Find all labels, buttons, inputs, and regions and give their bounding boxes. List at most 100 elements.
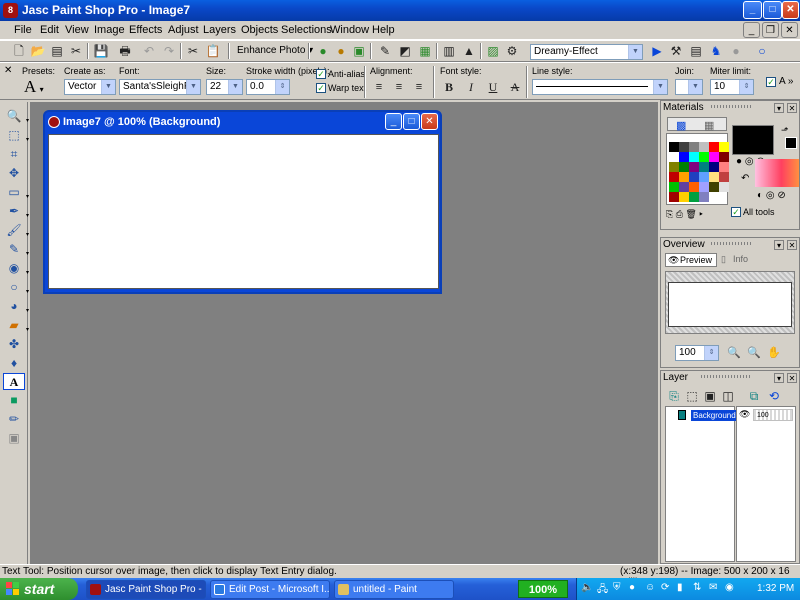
window-palette-icon[interactable]: ▤ <box>687 42 705 60</box>
redo-icon[interactable]: ↷ <box>160 42 178 60</box>
strikethrough-button[interactable]: A <box>506 78 524 96</box>
contrast-icon[interactable]: ◩ <box>396 42 414 60</box>
object-selector-icon[interactable]: ▣ <box>3 430 25 447</box>
background-color[interactable] <box>755 159 799 187</box>
font-select[interactable]: Santa'sSleighFull ▼ <box>119 79 201 95</box>
zoom-out-icon[interactable]: 🔍 <box>725 344 743 362</box>
menu-view[interactable]: View <box>65 24 89 36</box>
overview-preview-area[interactable] <box>665 271 795 334</box>
record-icon[interactable]: ● <box>727 42 745 60</box>
antivirus-icon[interactable]: ● <box>629 582 635 593</box>
connection-icon[interactable]: ⇅ <box>693 582 701 593</box>
tab-preview[interactable]: 👁 Preview <box>665 253 717 267</box>
visibility-eye-icon[interactable]: 👁 <box>739 409 750 420</box>
palette-options-icon[interactable]: ▾ <box>774 103 784 113</box>
create-as-select[interactable]: Vector ▼ <box>64 79 116 95</box>
layers-options-icon[interactable]: ▾ <box>774 373 784 383</box>
speaker-icon[interactable]: 🔈 <box>581 582 593 593</box>
browse-icon[interactable]: ▤ <box>48 42 66 60</box>
eraser-tool-icon[interactable]: ▰ ▾ <box>3 317 29 334</box>
delete-layer-icon[interactable]: ⟲ <box>765 387 783 405</box>
menu-window[interactable]: Window <box>330 24 369 36</box>
stroke-width-input[interactable]: 0.0 ⇕ <box>246 79 290 95</box>
menu-layers[interactable]: Layers <box>203 24 236 36</box>
zoom-indicator[interactable]: 100% <box>518 580 568 598</box>
align-right-icon[interactable]: ≡ <box>410 78 428 96</box>
text-tool-icon[interactable]: A <box>3 373 25 390</box>
doc-close-button[interactable]: ✕ <box>781 22 798 38</box>
cut-icon[interactable]: ✂ <box>184 42 202 60</box>
foreground-mini-swatch[interactable] <box>785 137 797 149</box>
new-group-icon[interactable]: ▣ <box>701 387 719 405</box>
anti-alias-checkbox[interactable]: ✓ <box>316 69 326 79</box>
bold-button[interactable]: B <box>440 78 458 96</box>
layer-opacity[interactable]: 100 <box>753 409 793 421</box>
menu-image[interactable]: Image <box>94 24 125 36</box>
retouch-tool-icon[interactable]: ◉ ▾ <box>3 260 29 277</box>
battery-icon[interactable]: ▮ <box>677 582 683 593</box>
open-folder-icon[interactable]: 📂 <box>29 42 47 60</box>
task-paintshop[interactable]: Jasc Paint Shop Pro - ... <box>86 580 206 599</box>
materials-tabs[interactable]: ▩ ▦ <box>667 117 727 132</box>
enhance-photo-button[interactable]: Enhance Photo ▾ <box>237 45 313 56</box>
move-tool-icon[interactable]: ✥ <box>3 165 25 182</box>
adjust-one-icon[interactable]: ● <box>314 42 332 60</box>
fill-tool-icon[interactable]: ◕ ▾ <box>3 298 29 315</box>
background-style-icons[interactable]: ◐ ◎ ⊘ <box>757 190 797 204</box>
menu-edit[interactable]: Edit <box>40 24 59 36</box>
photo-fix-icon[interactable]: ▣ <box>350 42 368 60</box>
frame-icon[interactable]: ▦ <box>416 42 434 60</box>
undo-icon[interactable]: ↶ <box>140 42 158 60</box>
new-file-icon[interactable]: 🗋 <box>10 42 28 60</box>
image-close-button[interactable]: ✕ <box>421 113 438 130</box>
scissors-icon[interactable]: ✂ <box>67 42 85 60</box>
options-overflow-icon[interactable]: A » <box>779 76 793 87</box>
close-options-icon[interactable]: ✕ <box>4 65 12 76</box>
zoom-in-icon[interactable]: 🔍 <box>745 344 763 362</box>
image-minimize-button[interactable]: _ <box>385 113 402 130</box>
menu-effects[interactable]: Effects <box>129 24 162 36</box>
update-icon[interactable]: ⟳ <box>661 582 669 593</box>
image-icon[interactable]: ▨ <box>484 42 502 60</box>
network-icon[interactable]: 🖧 <box>597 582 608 599</box>
picture-tube-icon[interactable]: ✤ <box>3 336 25 353</box>
crop-tool-icon[interactable]: ⌗ <box>3 146 25 163</box>
print-icon[interactable]: 🖶 <box>116 42 134 60</box>
overview-zoom-input[interactable]: 100 ⇕ <box>675 345 719 361</box>
run-script-icon[interactable]: ▶ <box>648 42 666 60</box>
align-center-icon[interactable]: ≡ <box>390 78 408 96</box>
menu-selections[interactable]: Selections <box>281 24 332 36</box>
dropper-tool-icon[interactable]: ✒ ▾ <box>3 203 29 220</box>
menu-help[interactable]: Help <box>372 24 395 36</box>
line-style-select[interactable]: ▼ <box>532 79 668 95</box>
layers-close-icon[interactable]: ✕ <box>787 373 797 383</box>
minimize-button[interactable]: _ <box>743 1 762 19</box>
preset-shape-icon[interactable]: ■ <box>3 392 25 409</box>
overview-options-icon[interactable]: ▾ <box>774 240 784 250</box>
material-swatch-tools[interactable]: ⎘ ⎙ 🗑 ▸ <box>666 209 728 223</box>
script-select[interactable]: Dreamy-Effect ▼ <box>530 44 643 60</box>
levels-icon[interactable]: ▲ <box>460 42 478 60</box>
messenger-icon[interactable]: ☺ <box>645 582 655 593</box>
task-edit-post[interactable]: Edit Post - Microsoft I... <box>210 580 330 599</box>
link-layer-icon[interactable]: ⧉ <box>745 387 763 405</box>
save-icon[interactable]: 💾 <box>92 42 110 60</box>
new-vector-layer-icon[interactable]: ⬚ <box>683 387 701 405</box>
warp-text-checkbox[interactable]: ✓ <box>316 83 326 93</box>
tray-app-icon[interactable]: ◉ <box>725 582 734 593</box>
edit-script-icon[interactable]: ⚒ <box>667 42 685 60</box>
zoom-tool-icon[interactable]: 🔍 ▾ <box>3 108 29 125</box>
pen-tool-icon[interactable]: ✏ <box>3 411 25 428</box>
size-select[interactable]: 22 ▼ <box>206 79 243 95</box>
image-canvas[interactable] <box>48 134 439 289</box>
paste-icon[interactable]: 📋 <box>204 42 222 60</box>
presets-button[interactable]: A ▾ <box>24 77 44 97</box>
join-select[interactable]: ▼ <box>675 79 703 95</box>
adjust-two-icon[interactable]: ● <box>332 42 350 60</box>
swatch-grid[interactable] <box>666 133 729 205</box>
overview-close-icon[interactable]: ✕ <box>787 240 797 250</box>
layer-row-background[interactable]: Background <box>668 409 738 423</box>
task-paint[interactable]: untitled - Paint <box>334 580 454 599</box>
clock[interactable]: 1:32 PM <box>757 583 794 594</box>
palette-close-icon[interactable]: ✕ <box>787 103 797 113</box>
